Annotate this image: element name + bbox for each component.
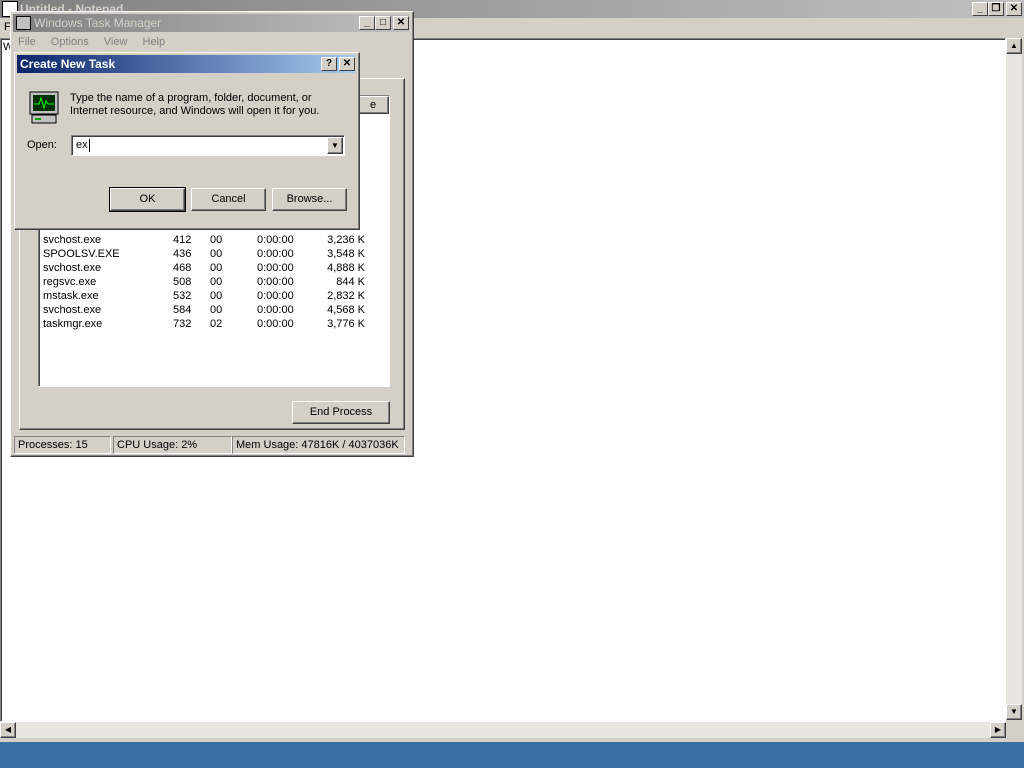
process-mem: 2,832 K [327,290,365,302]
process-pid: 732 [173,318,192,330]
dropdown-arrow-button[interactable]: ▼ [327,137,343,154]
status-mem-usage: Mem Usage: 47816K / 4037036K [232,436,405,454]
ok-button[interactable]: OK [109,187,186,212]
scroll-up-button[interactable]: ▲ [1006,38,1022,54]
process-cpu: 00 [210,290,223,302]
process-pid: 412 [173,234,192,246]
process-name: mstask.exe [43,290,99,302]
taskbar [0,742,1024,768]
end-process-button[interactable]: End Process [292,401,390,424]
process-cpu-time: 0:00:00 [257,262,294,274]
dialog-title: Create New Task [20,57,116,71]
open-input[interactable]: ex [76,139,88,151]
notepad-hscrollbar[interactable]: ◀ ▶ [0,722,1006,738]
process-cpu-time: 0:00:00 [257,318,294,330]
process-pid: 508 [173,276,192,288]
table-row[interactable]: svchost.exe 412 00 0:00:00 3,236 K [43,234,383,248]
column-header-mem[interactable]: e [357,96,389,114]
taskmgr-title: Windows Task Manager [34,16,162,30]
menu-options[interactable]: Options [51,36,89,48]
notepad-restore-button[interactable]: ❐ [988,2,1004,16]
process-name: regsvc.exe [43,276,97,288]
open-combobox[interactable]: ex ▼ [71,135,345,156]
create-new-task-dialog: Create New Task ? ✕ Type the name of a p… [14,52,360,230]
process-name: svchost.exe [43,234,102,246]
process-mem: 3,548 K [327,248,365,260]
process-mem: 4,568 K [327,304,365,316]
process-mem: 4,888 K [327,262,365,274]
taskmgr-close-button[interactable]: ✕ [393,16,409,30]
process-pid: 532 [173,290,192,302]
process-cpu: 00 [210,304,223,316]
notepad-minimize-button[interactable]: _ [972,2,988,16]
process-pid: 436 [173,248,192,260]
process-name: taskmgr.exe [43,318,103,330]
process-cpu-time: 0:00:00 [257,276,294,288]
process-pid: 468 [173,262,192,274]
table-row[interactable]: regsvc.exe 508 00 0:00:00 844 K [43,276,383,290]
process-name: svchost.exe [43,262,102,274]
browse-button[interactable]: Browse... [272,188,347,211]
notepad-close-button[interactable]: ✕ [1006,2,1022,16]
status-cpu-usage: CPU Usage: 2% [113,436,232,454]
process-name: svchost.exe [43,304,102,316]
taskmgr-statusbar: Processes: 15 CPU Usage: 2% Mem Usage: 4… [13,436,409,454]
table-row[interactable]: mstask.exe 532 00 0:00:00 2,832 K [43,290,383,304]
end-process-label: End Process [309,406,373,418]
cancel-button[interactable]: Cancel [191,188,266,211]
table-row[interactable]: svchost.exe 468 00 0:00:00 4,888 K [43,262,383,276]
process-cpu: 00 [210,234,223,246]
text-cursor [89,139,90,152]
process-mem: 3,776 K [327,318,365,330]
taskmgr-menubar: File Options View Help [18,36,408,52]
table-row[interactable]: SPOOLSV.EXE 436 00 0:00:00 3,548 K [43,248,383,262]
menu-help[interactable]: Help [143,36,166,48]
process-cpu-time: 0:00:00 [257,290,294,302]
process-pid: 584 [173,304,192,316]
scroll-left-button[interactable]: ◀ [0,722,16,738]
taskmgr-titlebar[interactable]: Windows Task Manager _ □ ✕ [13,14,409,32]
scroll-down-button[interactable]: ▼ [1006,704,1022,720]
process-mem: 844 K [336,276,365,288]
process-cpu-time: 0:00:00 [257,234,294,246]
dialog-close-button[interactable]: ✕ [339,57,355,71]
table-row[interactable]: svchost.exe 584 00 0:00:00 4,568 K [43,304,383,318]
dialog-description: Type the name of a program, folder, docu… [70,92,320,117]
process-cpu: 00 [210,248,223,260]
process-cpu-time: 0:00:00 [257,248,294,260]
monitor-icon [29,91,59,125]
notepad-vscrollbar[interactable]: ▲ ▼ [1006,38,1022,720]
status-processes: Processes: 15 [14,436,111,454]
process-cpu: 00 [210,276,223,288]
menu-view[interactable]: View [104,36,128,48]
taskmgr-app-icon [16,16,31,30]
taskmgr-maximize-button[interactable]: □ [375,16,391,30]
table-row[interactable]: taskmgr.exe 732 02 0:00:00 3,776 K [43,318,383,332]
process-cpu: 00 [210,262,223,274]
ok-label: OK [139,193,156,205]
menu-file[interactable]: File [18,36,36,48]
browse-label: Browse... [286,193,333,205]
column-header-mem-label: e [369,99,377,111]
process-name: SPOOLSV.EXE [43,248,120,260]
scroll-right-button[interactable]: ▶ [990,722,1006,738]
help-button[interactable]: ? [321,57,337,71]
dialog-titlebar[interactable]: Create New Task ? ✕ [17,55,355,73]
process-cpu-time: 0:00:00 [257,304,294,316]
process-cpu: 02 [210,318,223,330]
process-mem: 3,236 K [327,234,365,246]
cancel-label: Cancel [211,193,246,205]
open-label: Open: [27,139,57,151]
taskmgr-minimize-button[interactable]: _ [359,16,375,30]
